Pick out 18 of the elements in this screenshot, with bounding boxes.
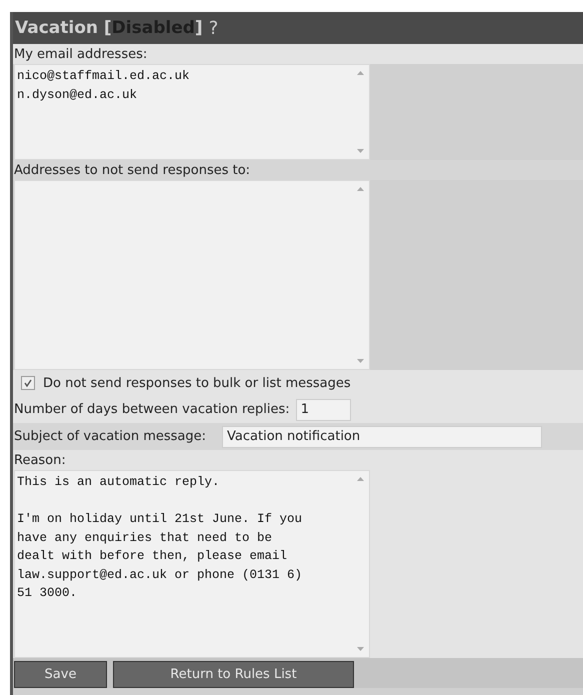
field-label: My email addresses: [14, 46, 148, 62]
field-label: Addresses to not send responses to: [14, 162, 250, 178]
reason-field[interactable]: This is an automatic reply. I'm on holiday until 21st June. If you have any enquiries that need to be dealt with before then, please email law.support@ed.ac.uk or phone (0131 6) 51 3000. [14, 470, 370, 658]
field-label: Subject of vacation message: [14, 429, 206, 444]
window-title: Vacation [ [15, 18, 112, 38]
checkbox-label: Do not send responses to bulk or list messages [43, 376, 351, 390]
action-button[interactable]: Return to Rules List [113, 661, 354, 688]
excluded-addresses-field[interactable] [14, 180, 370, 370]
action-button[interactable]: Save [14, 661, 107, 688]
field-label: Number of days between vacation replies: [14, 402, 290, 417]
email-addresses-field[interactable]: nico@staffmail.ed.ac.uk n.dyson@ed.ac.uk [14, 64, 370, 160]
help-link[interactable]: ? [208, 18, 218, 38]
checkbox[interactable] [21, 376, 35, 390]
bracket: ] [194, 18, 203, 38]
field-label: Reason: [14, 452, 66, 468]
days-input[interactable]: 1 [296, 398, 351, 420]
check-icon [23, 378, 33, 388]
subject-input[interactable]: Vacation notification [222, 426, 542, 448]
